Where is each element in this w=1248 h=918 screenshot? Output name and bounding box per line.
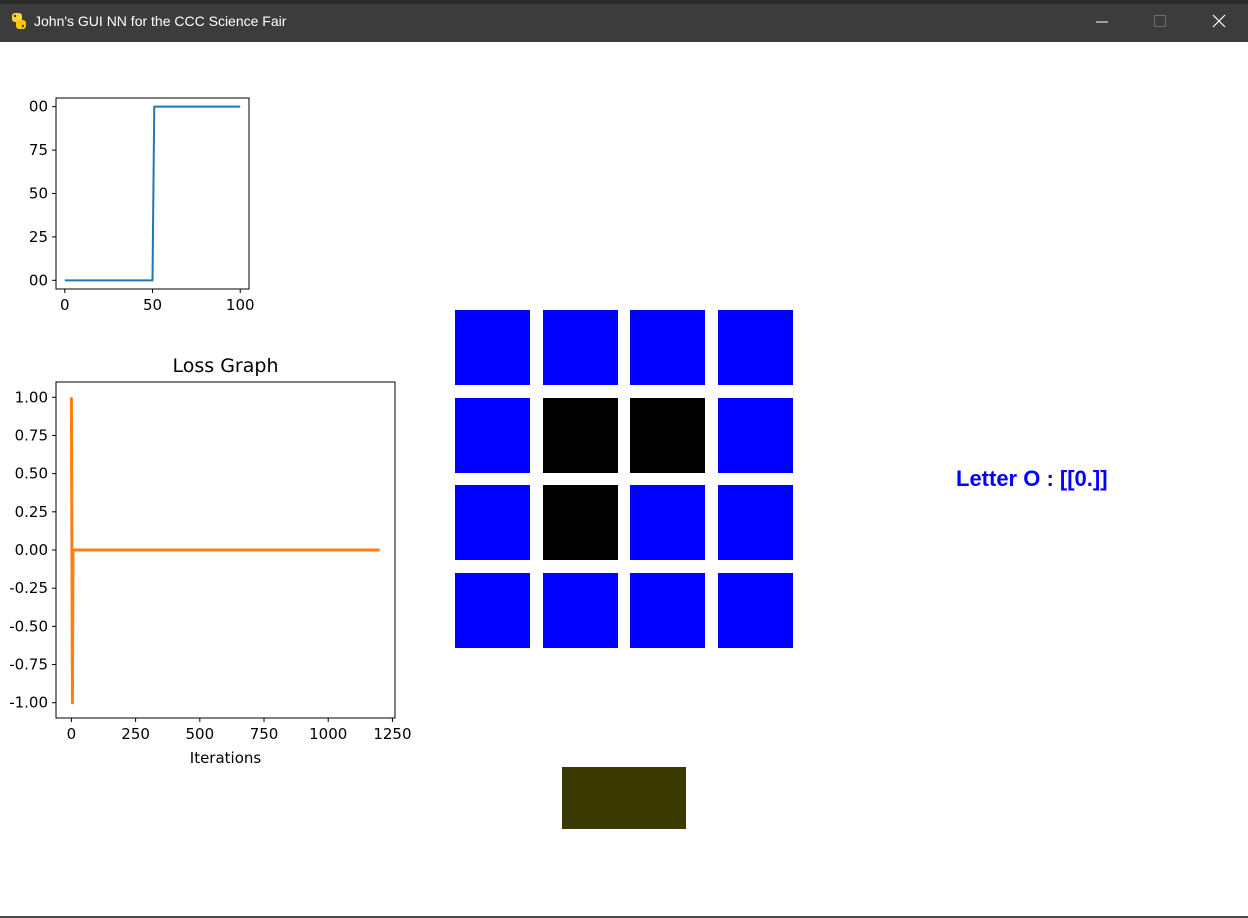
window-titlebar: John's GUI NN for the CCC Science Fair [0, 0, 1248, 42]
y-tick-label: 0.50 [15, 465, 48, 483]
grid-cell-r2-c1[interactable] [543, 485, 618, 560]
grid-cell-r1-c1[interactable] [543, 398, 618, 473]
y-tick-label: 0.25 [15, 503, 48, 521]
grid-cell-r2-c0[interactable] [455, 485, 530, 560]
grid-cell-r1-c0[interactable] [455, 398, 530, 473]
x-tick-label: 0 [67, 725, 77, 743]
close-icon [1212, 14, 1226, 28]
y-tick-label: -0.75 [9, 656, 48, 674]
grid-cell-r3-c2[interactable] [630, 573, 705, 648]
y-tick-label: 1.00 [15, 388, 48, 406]
x-tick-label: 500 [185, 725, 214, 743]
x-tick-label: 100 [226, 296, 255, 314]
grid-cell-r2-c3[interactable] [718, 485, 793, 560]
grid-cell-r0-c3[interactable] [718, 310, 793, 385]
x-tick-label: 50 [143, 296, 162, 314]
grid-cell-r3-c0[interactable] [455, 573, 530, 648]
y-tick-label: 0.00 [15, 541, 48, 559]
x-tick-label: 250 [121, 725, 150, 743]
y-tick-label: -0.25 [9, 579, 48, 597]
output-step-chart: 0 50 100 00 25 50 75 00 [29, 97, 255, 314]
x-axis-label: Iterations [190, 749, 262, 767]
y-tick-label: 25 [29, 228, 48, 246]
grid-cell-r1-c3[interactable] [718, 398, 793, 473]
y-tick-label: -1.00 [9, 694, 48, 712]
x-tick-label: 1250 [373, 725, 411, 743]
series-line [64, 105, 241, 282]
python-logo-icon [12, 13, 26, 29]
y-tick-label: 00 [29, 271, 48, 289]
maximize-button[interactable] [1131, 0, 1189, 42]
x-tick-label: 0 [60, 296, 70, 314]
series-line [69, 397, 380, 705]
grid-cell-r2-c2[interactable] [630, 485, 705, 560]
maximize-icon [1154, 15, 1166, 27]
y-tick-label: 00 [29, 98, 48, 116]
prediction-label: Letter O : [[0.]] [956, 466, 1108, 491]
chart-title: Loss Graph [173, 355, 279, 377]
minimize-button[interactable] [1073, 0, 1131, 42]
y-tick-label: 0.75 [15, 426, 48, 444]
action-button[interactable] [562, 767, 686, 829]
y-tick-label: -0.50 [9, 617, 48, 635]
minimize-icon [1096, 21, 1108, 23]
grid-cell-r3-c1[interactable] [543, 573, 618, 648]
background-tab-strip [0, 0, 1248, 4]
grid-cell-r1-c2[interactable] [630, 398, 705, 473]
window-title: John's GUI NN for the CCC Science Fair [34, 13, 287, 29]
y-tick-label: 75 [29, 141, 48, 159]
grid-cell-r3-c3[interactable] [718, 573, 793, 648]
x-tick-label: 750 [250, 725, 279, 743]
close-button[interactable] [1190, 0, 1248, 42]
grid-cell-r0-c0[interactable] [455, 310, 530, 385]
y-tick-label: 50 [29, 185, 48, 203]
x-tick-label: 1000 [309, 725, 347, 743]
grid-cell-r0-c1[interactable] [543, 310, 618, 385]
loss-graph-chart: 0 250 500 750 1000 1250 1.00 0.75 0.50 0.25 0.00 -0… [9, 355, 411, 767]
grid-cell-r0-c2[interactable] [630, 310, 705, 385]
